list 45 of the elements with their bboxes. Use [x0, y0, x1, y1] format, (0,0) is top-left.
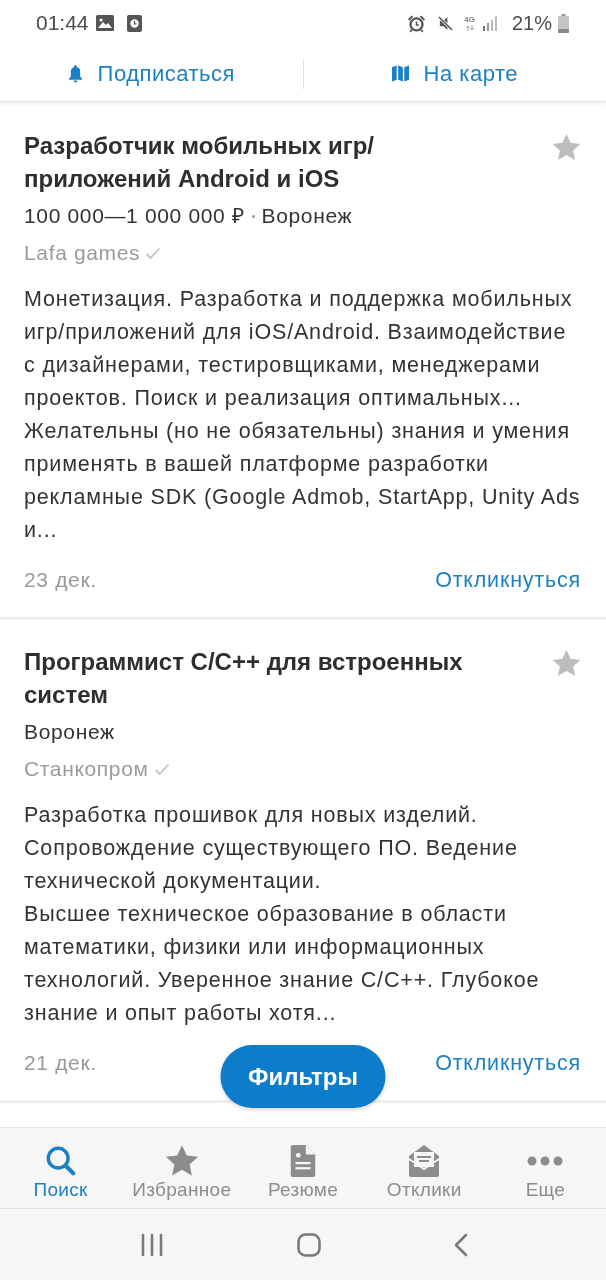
city: Воронеж — [261, 203, 353, 229]
data-arrows-icon — [464, 24, 475, 31]
vacancy-description: Разработка прошивок для новых изделий. Сопровождение существующего ПО. Ведение технической документации. — [24, 802, 519, 895]
nav-tab[interactable]: Отклики — [363, 1128, 485, 1208]
alarm-clock-icon — [407, 13, 427, 33]
signal-icon — [482, 15, 498, 31]
favorite-star-icon[interactable] — [551, 132, 582, 163]
nav-tab[interactable]: Поиск — [0, 1128, 122, 1208]
document-icon — [290, 1145, 316, 1177]
battery-percent: 21% — [511, 11, 552, 35]
open-envelope-icon — [407, 1145, 442, 1177]
bell-icon — [67, 64, 83, 83]
city: Воронеж — [24, 719, 115, 745]
search-icon — [44, 1145, 77, 1177]
respond-link[interactable]: Откликнуться — [435, 567, 581, 593]
salary: 100 000—1 000 000 ₽ — [24, 203, 245, 229]
company-name: Станкопром — [24, 756, 149, 782]
home-icon[interactable] — [297, 1232, 321, 1257]
nav-tab[interactable]: Резюме — [242, 1128, 364, 1208]
subscribe-button[interactable]: Подписаться — [0, 46, 303, 101]
back-icon[interactable] — [454, 1232, 468, 1257]
vacancy-description: Желательны (но не обязательны) знания и умения применять в вашей платформе разработки рекламные SDK (Google Admob, StartApp, Unity Ads и... — [24, 418, 582, 544]
publish-date: 21 дек. — [24, 1051, 97, 1075]
favorite-star-icon[interactable] — [551, 648, 582, 679]
recent-apps-icon[interactable] — [140, 1232, 164, 1257]
company-name: Lafa games — [24, 240, 141, 266]
dot-separator-icon — [251, 214, 255, 218]
vacancy-description: Высшее техническое образование в области математики, физики или информационных технологий. Уверенное знание C/C++. Глубокое знание и опыт работы хотя... — [24, 901, 541, 1027]
vacancy-title: Программист C/C++ для встроенных систем — [24, 647, 464, 710]
more-dots-icon — [527, 1156, 564, 1166]
vacancy-title: Разработчик мобильных игр/приложений Android и iOS — [24, 131, 376, 194]
network-type-label: 4G — [464, 15, 475, 24]
respond-link[interactable]: Откликнуться — [435, 1050, 581, 1076]
image-icon — [95, 15, 114, 31]
map-button[interactable]: На карте — [303, 46, 606, 101]
muted-speaker-icon — [438, 15, 454, 31]
nav-tab[interactable]: Еще — [484, 1128, 606, 1208]
map-icon — [391, 65, 409, 82]
clock-icon — [126, 14, 142, 32]
filters-button[interactable]: Фильтры — [220, 1045, 386, 1108]
nav-tab[interactable]: Избранное — [121, 1128, 243, 1208]
status-time: 01:44 — [36, 11, 89, 35]
battery-icon — [558, 13, 569, 33]
vacancy-description: Монетизация. Разработка и поддержка мобильных игр/приложений для iOS/Android. Взаимодействие с дизайнерами, тестировщиками, менеджерами проектов. Поиск и реализация оптимальных... — [24, 286, 574, 412]
publish-date: 23 дек. — [24, 568, 97, 592]
